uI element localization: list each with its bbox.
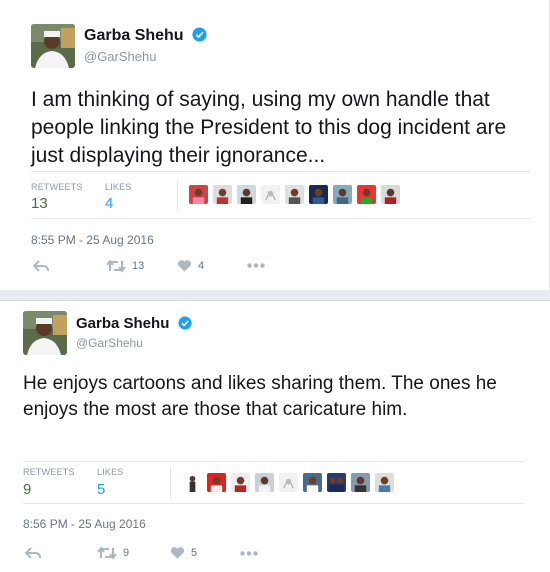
display-name[interactable]: Garba Shehu [84, 27, 207, 47]
stats-divider [170, 466, 171, 498]
liker-avatar[interactable] [183, 473, 202, 492]
verified-badge-icon [192, 27, 207, 47]
liker-avatar[interactable] [381, 185, 400, 204]
reply-button[interactable] [25, 546, 41, 560]
avatar[interactable] [23, 311, 67, 355]
liker-avatar[interactable] [261, 185, 280, 204]
liker-avatar[interactable] [231, 473, 250, 492]
user-handle[interactable]: @GarShehu [76, 336, 143, 350]
retweet-action-count: 13 [132, 260, 145, 272]
timestamp[interactable]: 8:55 PM - 25 Aug 2016 [31, 233, 154, 247]
liker-avatar[interactable] [285, 185, 304, 204]
likes-label: LIKES [105, 182, 132, 192]
divider [31, 171, 530, 172]
retweet-icon [97, 546, 117, 560]
liker-avatar[interactable] [309, 185, 328, 204]
liker-avatar[interactable] [255, 473, 274, 492]
retweet-icon [106, 259, 126, 273]
reply-button[interactable] [33, 259, 49, 273]
retweets-count[interactable]: 9 [23, 481, 31, 498]
likes-label: LIKES [97, 467, 124, 477]
liker-avatar[interactable] [303, 473, 322, 492]
heart-icon [170, 547, 185, 559]
more-icon [247, 263, 265, 268]
liker-avatar[interactable] [333, 185, 352, 204]
user-handle[interactable]: @GarShehu [84, 49, 156, 64]
verified-badge-icon [177, 316, 192, 334]
stats-divider [177, 180, 178, 212]
more-button[interactable] [247, 263, 265, 268]
like-action-count: 5 [191, 547, 198, 559]
retweets-count[interactable]: 13 [31, 195, 48, 212]
display-name[interactable]: Garba Shehu [76, 315, 192, 334]
liker-avatar[interactable] [279, 473, 298, 492]
likes-count[interactable]: 4 [105, 195, 113, 212]
liker-avatar[interactable] [357, 185, 376, 204]
retweet-action-count: 9 [123, 547, 130, 559]
more-button[interactable] [240, 551, 258, 556]
retweet-button[interactable]: 13 [106, 259, 144, 273]
reply-icon [33, 260, 49, 272]
tweet-text: He enjoys cartoons and likes sharing the… [23, 373, 497, 420]
liker-avatar[interactable] [327, 473, 346, 492]
divider [31, 218, 530, 219]
liker-avatars [183, 473, 394, 492]
timestamp[interactable]: 8:56 PM - 25 Aug 2016 [23, 517, 146, 531]
reply-icon [25, 547, 41, 559]
liker-avatar[interactable] [189, 185, 208, 204]
tweet-text: I am thinking of saying, using my own ha… [31, 88, 507, 167]
heart-icon [177, 260, 192, 272]
tweet-card: Garba Shehu @GarShehu He enjoys cartoons… [0, 300, 550, 572]
tweet-card: Garba Shehu @GarShehu I am thinking of s… [0, 0, 550, 290]
liker-avatars [189, 185, 400, 204]
retweets-label: RETWEETS [31, 182, 83, 192]
liker-avatar[interactable] [351, 473, 370, 492]
like-button[interactable]: 4 [177, 259, 204, 273]
retweet-button[interactable]: 9 [97, 546, 129, 560]
liker-avatar[interactable] [375, 473, 394, 492]
divider [23, 503, 524, 504]
liker-avatar[interactable] [207, 473, 226, 492]
divider [23, 461, 524, 462]
like-button[interactable]: 5 [170, 546, 197, 560]
more-icon [240, 551, 258, 556]
avatar[interactable] [31, 24, 75, 68]
likes-count[interactable]: 5 [97, 481, 105, 498]
retweets-label: RETWEETS [23, 467, 75, 477]
like-action-count: 4 [198, 260, 205, 272]
liker-avatar[interactable] [213, 185, 232, 204]
liker-avatar[interactable] [237, 185, 256, 204]
